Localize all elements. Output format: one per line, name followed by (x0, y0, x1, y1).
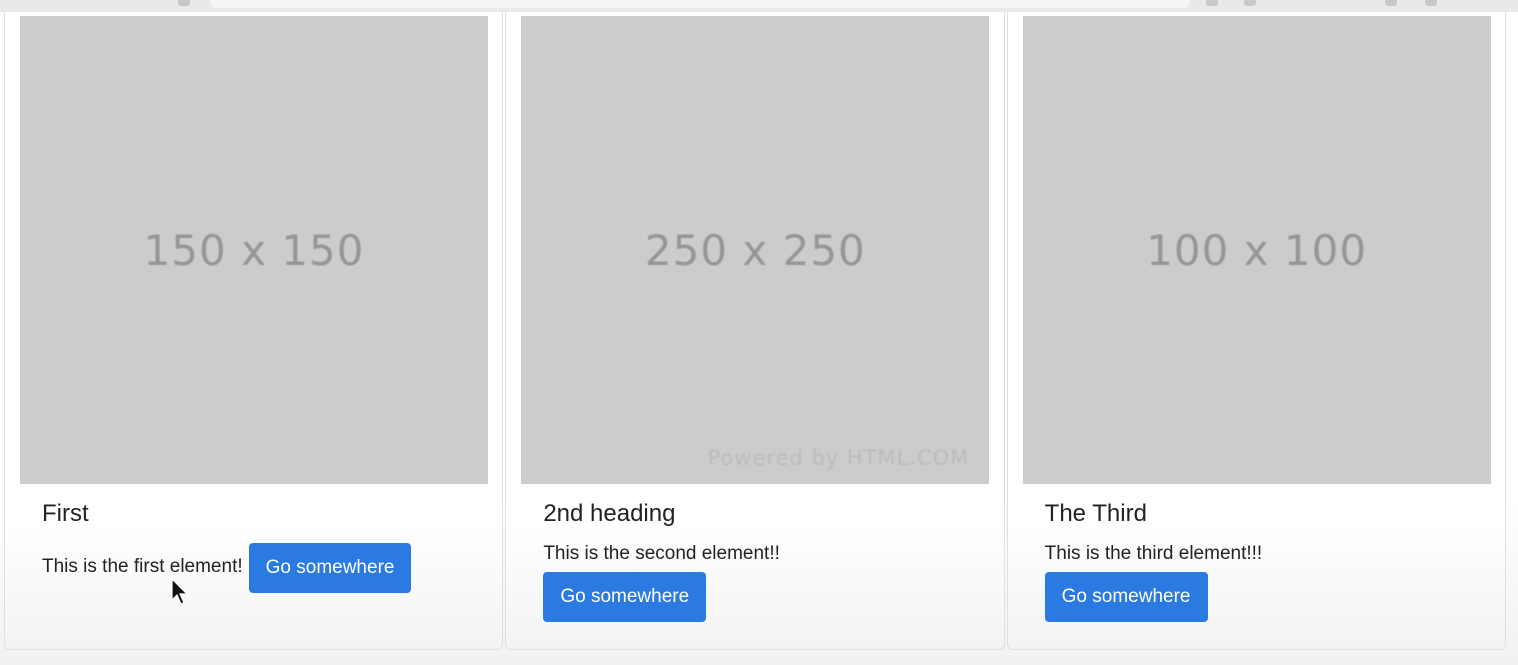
bookmark-icon[interactable] (1385, 0, 1397, 6)
reload-icon[interactable] (178, 0, 190, 6)
go-somewhere-button[interactable]: Go somewhere (1044, 571, 1208, 622)
card-second: 250 x 250 Powered by HTML.COM 2nd headin… (505, 12, 1005, 650)
card-image-placeholder: 100 x 100 (1022, 16, 1491, 484)
card-title: The Third (1044, 500, 1147, 527)
extension-icon[interactable] (1206, 0, 1218, 6)
image-size-label: 250 x 250 (644, 225, 866, 275)
mouse-pointer-icon (171, 578, 189, 605)
card-text: This is the second element!! (543, 542, 780, 564)
card-title: First (42, 500, 89, 527)
card-body: 2nd heading This is the second element!!… (543, 500, 983, 622)
card-title: 2nd heading (543, 500, 676, 527)
image-size-label: 150 x 150 (143, 225, 365, 275)
card-third: 100 x 100 The Third This is the third el… (1006, 12, 1506, 650)
image-watermark: Powered by HTML.COM (707, 446, 970, 470)
card-image-placeholder: 250 x 250 Powered by HTML.COM (521, 16, 990, 484)
page-viewport: 150 x 150 First This is the first elemen… (0, 12, 1518, 665)
card-group: 150 x 150 First This is the first elemen… (4, 12, 1508, 652)
card-text-row: This is the first element! Go somewhere (42, 542, 482, 593)
go-somewhere-button[interactable]: Go somewhere (543, 571, 707, 622)
card-image-placeholder: 150 x 150 (20, 16, 488, 484)
image-size-label: 100 x 100 (1146, 225, 1368, 275)
card-first: 150 x 150 First This is the first elemen… (4, 12, 504, 650)
menu-icon[interactable] (1425, 0, 1437, 6)
card-text: This is the first element! (42, 556, 243, 578)
card-text: This is the third element!!! (1044, 542, 1263, 564)
card-body: The Third This is the third element!!! G… (1044, 500, 1485, 622)
card-body: First This is the first element! Go some… (42, 500, 482, 593)
profile-icon[interactable] (1244, 0, 1256, 6)
address-bar[interactable] (210, 0, 1190, 8)
go-somewhere-button[interactable]: Go somewhere (248, 542, 412, 593)
